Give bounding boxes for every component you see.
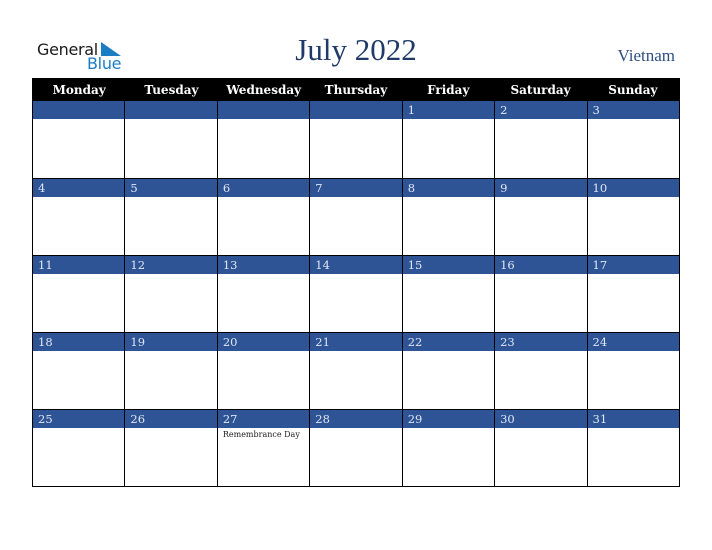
day-cell[interactable]: 28: [309, 410, 402, 486]
day-number: 24: [587, 333, 679, 351]
day-number: 9: [495, 179, 587, 197]
day-cell[interactable]: 12: [124, 256, 217, 332]
day-number: 22: [402, 333, 495, 351]
day-cell[interactable]: 15: [401, 256, 495, 332]
weekday-thursday: Thursday: [324, 83, 388, 97]
day-number: 15: [402, 256, 495, 274]
day-cell[interactable]: 4: [33, 179, 125, 255]
day-number: 28: [310, 410, 402, 428]
day-number: 19: [125, 333, 217, 351]
day-cell[interactable]: [124, 101, 217, 178]
day-number: 3: [587, 101, 679, 119]
day-cell[interactable]: [33, 101, 125, 178]
day-cell[interactable]: 27 Remembrance Day: [216, 410, 310, 486]
week-row: 25 26 27 Remembrance Day 28 29 30 31: [33, 409, 679, 486]
day-number: 20: [217, 333, 310, 351]
weekday-saturday: Saturday: [510, 83, 571, 97]
day-number: [33, 101, 125, 119]
weekday-monday: Monday: [52, 83, 106, 97]
day-number: 29: [402, 410, 495, 428]
day-cell[interactable]: 10: [586, 179, 679, 255]
day-cell[interactable]: 1: [401, 101, 495, 178]
day-number: 13: [217, 256, 310, 274]
day-number: 27: [217, 410, 310, 428]
day-number: 1: [402, 101, 495, 119]
day-cell[interactable]: 20: [216, 333, 310, 409]
day-cell[interactable]: 21: [309, 333, 402, 409]
day-cell[interactable]: 8: [401, 179, 495, 255]
week-row: 4 5 6 7 8 9 10: [33, 178, 679, 255]
day-cell[interactable]: [309, 101, 402, 178]
calendar-grid: Monday Tuesday Wednesday Thursday Friday Satu…: [32, 78, 680, 487]
day-cell[interactable]: 14: [309, 256, 402, 332]
day-cell[interactable]: 29: [401, 410, 495, 486]
weekday-wednesday: Wednesday: [226, 83, 302, 97]
day-number: 7: [310, 179, 402, 197]
day-number: 4: [33, 179, 125, 197]
day-number: 8: [402, 179, 495, 197]
day-cell[interactable]: 11: [33, 256, 125, 332]
day-cell[interactable]: 17: [586, 256, 679, 332]
weekday-friday: Friday: [427, 83, 470, 97]
day-number: 5: [125, 179, 217, 197]
week-row: 11 12 13 14 15 16 17: [33, 255, 679, 332]
day-cell[interactable]: 9: [494, 179, 587, 255]
day-cell[interactable]: 13: [216, 256, 310, 332]
day-cell[interactable]: 6: [216, 179, 310, 255]
day-number: 30: [495, 410, 587, 428]
day-cell[interactable]: 3: [586, 101, 679, 178]
day-cell[interactable]: [216, 101, 310, 178]
calendar-title: July 2022: [295, 32, 417, 67]
day-number: [310, 101, 402, 119]
holiday-label: Remembrance Day: [222, 430, 300, 439]
country-label: Vietnam: [617, 46, 675, 65]
day-cell[interactable]: 19: [124, 333, 217, 409]
day-cell[interactable]: 7: [309, 179, 402, 255]
day-cell[interactable]: 23: [494, 333, 587, 409]
day-cell[interactable]: 18: [33, 333, 125, 409]
day-cell[interactable]: 22: [401, 333, 495, 409]
week-row: 123: [33, 101, 679, 178]
week-row: 18 19 20 21 22 23 24: [33, 332, 679, 409]
day-number: 21: [310, 333, 402, 351]
day-number: 26: [125, 410, 217, 428]
day-number: 31: [587, 410, 679, 428]
day-number: 6: [217, 179, 310, 197]
day-number: 2: [495, 101, 587, 119]
day-cell[interactable]: 26: [124, 410, 217, 486]
day-cell[interactable]: 2: [494, 101, 587, 178]
day-number: [217, 101, 310, 119]
day-cell[interactable]: 5: [124, 179, 217, 255]
day-cell[interactable]: 25: [33, 410, 125, 486]
day-number: 12: [125, 256, 217, 274]
day-number: 10: [587, 179, 679, 197]
day-number: 17: [587, 256, 679, 274]
day-number: 23: [495, 333, 587, 351]
day-number: [125, 101, 217, 119]
day-number: 25: [33, 410, 125, 428]
day-cell[interactable]: 24: [586, 333, 679, 409]
weekday-header: Monday Tuesday Wednesday Thursday Friday Satu…: [33, 78, 679, 101]
weekday-tuesday: Tuesday: [144, 83, 199, 97]
day-number: 14: [310, 256, 402, 274]
day-number: 18: [33, 333, 125, 351]
day-cell[interactable]: 16: [494, 256, 587, 332]
weekday-sunday: Sunday: [608, 83, 658, 97]
day-number: 16: [495, 256, 587, 274]
day-number: 11: [33, 256, 125, 274]
day-cell[interactable]: 30: [494, 410, 587, 486]
day-cell[interactable]: 31: [586, 410, 679, 486]
